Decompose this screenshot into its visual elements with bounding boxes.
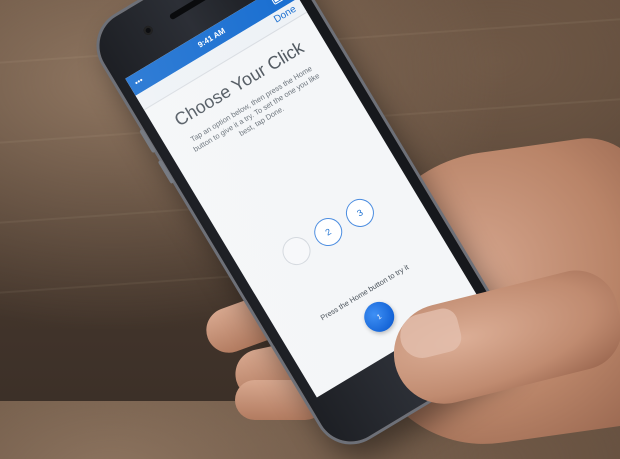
front-camera-icon bbox=[142, 24, 155, 37]
click-option-2[interactable]: 2 bbox=[309, 212, 348, 252]
volume-button bbox=[157, 159, 175, 185]
click-option-1[interactable] bbox=[277, 231, 316, 271]
volume-button bbox=[139, 128, 157, 154]
click-option-3[interactable]: 3 bbox=[340, 193, 380, 233]
earpiece-speaker bbox=[168, 0, 215, 21]
home-button-indicator[interactable]: 1 bbox=[358, 296, 400, 338]
photo-background: ••• 9:41 AM Done Choose Your Click Tap a… bbox=[0, 0, 620, 459]
